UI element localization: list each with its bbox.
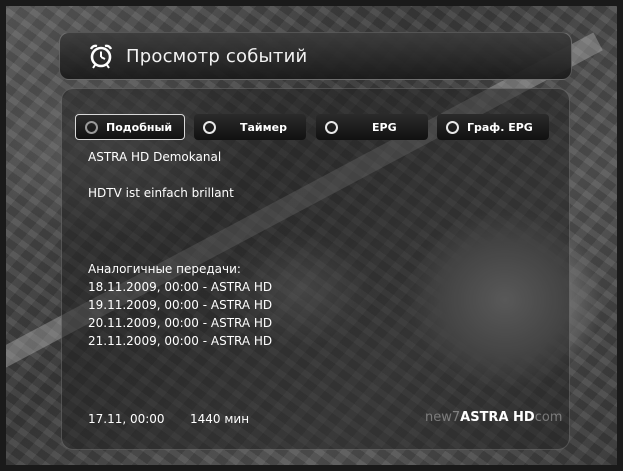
ring-icon — [325, 120, 338, 134]
similar-item[interactable]: 21.11.2009, 00:00 - ASTRA HD — [88, 334, 272, 348]
title-bar: Просмотр событий — [59, 32, 572, 80]
similar-item[interactable]: 20.11.2009, 00:00 - ASTRA HD — [88, 316, 272, 330]
similar-button-label: Подобный — [106, 120, 173, 134]
ring-icon — [446, 120, 459, 134]
alarm-clock-icon — [89, 44, 113, 69]
timer-button[interactable]: Таймер — [194, 114, 306, 140]
similar-item[interactable]: 19.11.2009, 00:00 - ASTRA HD — [88, 298, 272, 312]
watermark-prefix: new7 — [425, 410, 461, 425]
channel-watermark: new7ASTRA HDcom — [425, 410, 562, 425]
channel-name: ASTRA HD Demokanal — [88, 150, 222, 164]
similar-button[interactable]: Подобный — [75, 114, 185, 140]
timer-button-label: Таймер — [240, 120, 287, 134]
event-description: HDTV ist einfach brillant — [88, 186, 234, 200]
epg-button[interactable]: EPG — [316, 114, 428, 140]
similar-heading: Аналогичные передачи: — [88, 262, 241, 276]
epg-button-label: EPG — [372, 120, 397, 134]
watermark-suffix: com — [534, 410, 563, 425]
footer-channel: ASTRA HD — [460, 410, 535, 425]
event-datetime: 17.11, 00:00 — [88, 412, 165, 426]
graphic-epg-button-label: Граф. EPG — [467, 120, 533, 134]
graphic-epg-button[interactable]: Граф. EPG — [437, 114, 549, 140]
ring-icon — [203, 120, 216, 134]
similar-item[interactable]: 18.11.2009, 00:00 - ASTRA HD — [88, 280, 272, 294]
event-duration: 1440 мин — [190, 412, 250, 426]
page-title: Просмотр событий — [126, 46, 308, 67]
ring-icon — [85, 120, 98, 134]
